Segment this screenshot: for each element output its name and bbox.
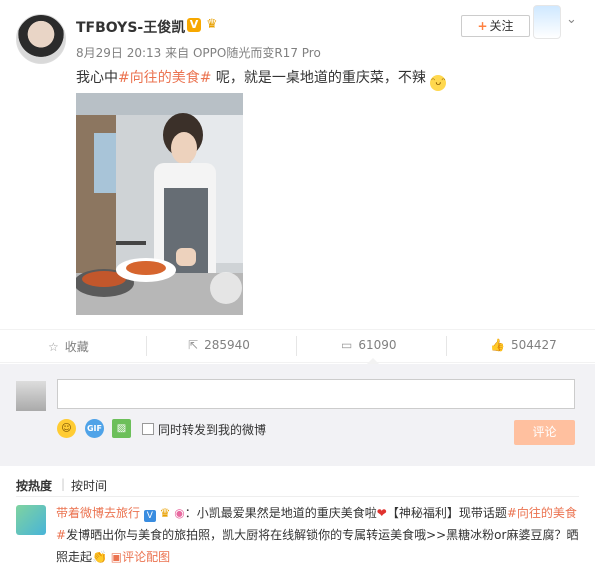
follow-button[interactable]: + 关注 xyxy=(461,15,530,37)
gif-icon[interactable]: GIF xyxy=(85,419,104,438)
follow-label: 关注 xyxy=(489,19,514,33)
image-icon[interactable]: ▨ xyxy=(112,419,131,438)
picture-icon: ▣ xyxy=(110,550,123,564)
comment-text-2: 【神秘福利】现带话题 xyxy=(386,506,507,520)
comment-input[interactable] xyxy=(57,379,575,409)
divider xyxy=(296,336,297,356)
comment-count: 61090 xyxy=(358,338,397,352)
commenter-name[interactable]: 带着微博去旅行 xyxy=(56,506,140,520)
post-text: 我心中#向往的美食# 呢，就是一桌地道的重庆菜，不辣 ᵔᴗᵔ xyxy=(76,67,447,91)
like-icon: 👍 xyxy=(490,338,505,352)
like-count: 504427 xyxy=(510,338,557,352)
source-prefix: 来自 xyxy=(165,46,190,60)
post-source[interactable]: OPPO随光而变R17 Pro xyxy=(193,46,321,60)
clap-icon: 👏 xyxy=(92,550,107,564)
sort-by-time-tab[interactable]: 按时间 xyxy=(71,477,107,494)
verified-badge-icon: V xyxy=(187,18,201,32)
favorite-button[interactable]: ☆ 收藏 xyxy=(48,338,89,355)
avatar[interactable] xyxy=(16,14,66,64)
repost-count: 285940 xyxy=(204,338,250,352)
current-user-avatar xyxy=(16,381,46,411)
favorite-label: 收藏 xyxy=(64,340,89,354)
comment-button[interactable]: ▭ 61090 xyxy=(341,338,397,352)
repost-icon: ⇱ xyxy=(188,338,199,352)
divider xyxy=(446,336,447,356)
post-text-before: 我心中 xyxy=(76,70,118,86)
vip-crown-icon: ♛ xyxy=(206,17,218,32)
post-photo[interactable] xyxy=(76,93,243,315)
donut-icon: ◉ xyxy=(174,506,185,520)
forward-label: 同时转发到我的微博 xyxy=(158,423,267,437)
star-icon: ☆ xyxy=(48,340,59,354)
comment-text-1: ：小凯最爱果然是地道的重庆美食啦 xyxy=(184,506,377,520)
featured-comment: 带着微博去旅行 V ♛ ◉：小凯最爱果然是地道的重庆美食啦❤【神秘福利】现带话题… xyxy=(56,502,580,568)
post-text-after: 呢，就是一桌地道的重庆菜，不辣 xyxy=(211,70,426,86)
post-username[interactable]: TFBOYS-王俊凯 xyxy=(76,17,185,37)
like-button[interactable]: 👍 504427 xyxy=(490,338,557,352)
post-time[interactable]: 8月29日 20:13 xyxy=(76,46,161,60)
heart-icon: ❤ xyxy=(376,506,387,520)
divider xyxy=(146,336,147,356)
repost-button[interactable]: ⇱ 285940 xyxy=(188,338,250,352)
chevron-down-icon[interactable]: ⌄ xyxy=(566,12,577,27)
forward-checkbox[interactable] xyxy=(142,423,154,435)
card-decoration-image xyxy=(533,5,561,39)
comment-icon: ▭ xyxy=(341,338,353,352)
emoji-icon[interactable]: ☺ xyxy=(57,419,76,438)
verified-v-icon: V xyxy=(143,510,156,522)
topic-link[interactable]: #向往的美食# xyxy=(118,70,211,86)
grin-emoji-icon: ᵔᴗᵔ xyxy=(430,75,447,91)
sort-by-heat-tab[interactable]: 按热度 xyxy=(16,477,52,494)
sort-divider: | xyxy=(61,477,66,491)
commenter-avatar[interactable] xyxy=(16,505,46,535)
comment-picture-link[interactable]: 评论配图 xyxy=(122,550,170,564)
submit-comment-button[interactable]: 评论 xyxy=(514,420,575,445)
plus-icon: + xyxy=(477,19,488,33)
divider xyxy=(16,496,579,497)
vip-crown-icon: ♛ xyxy=(159,506,171,520)
post-meta: 8月29日 20:13 来自 OPPO随光而变R17 Pro xyxy=(76,44,321,61)
